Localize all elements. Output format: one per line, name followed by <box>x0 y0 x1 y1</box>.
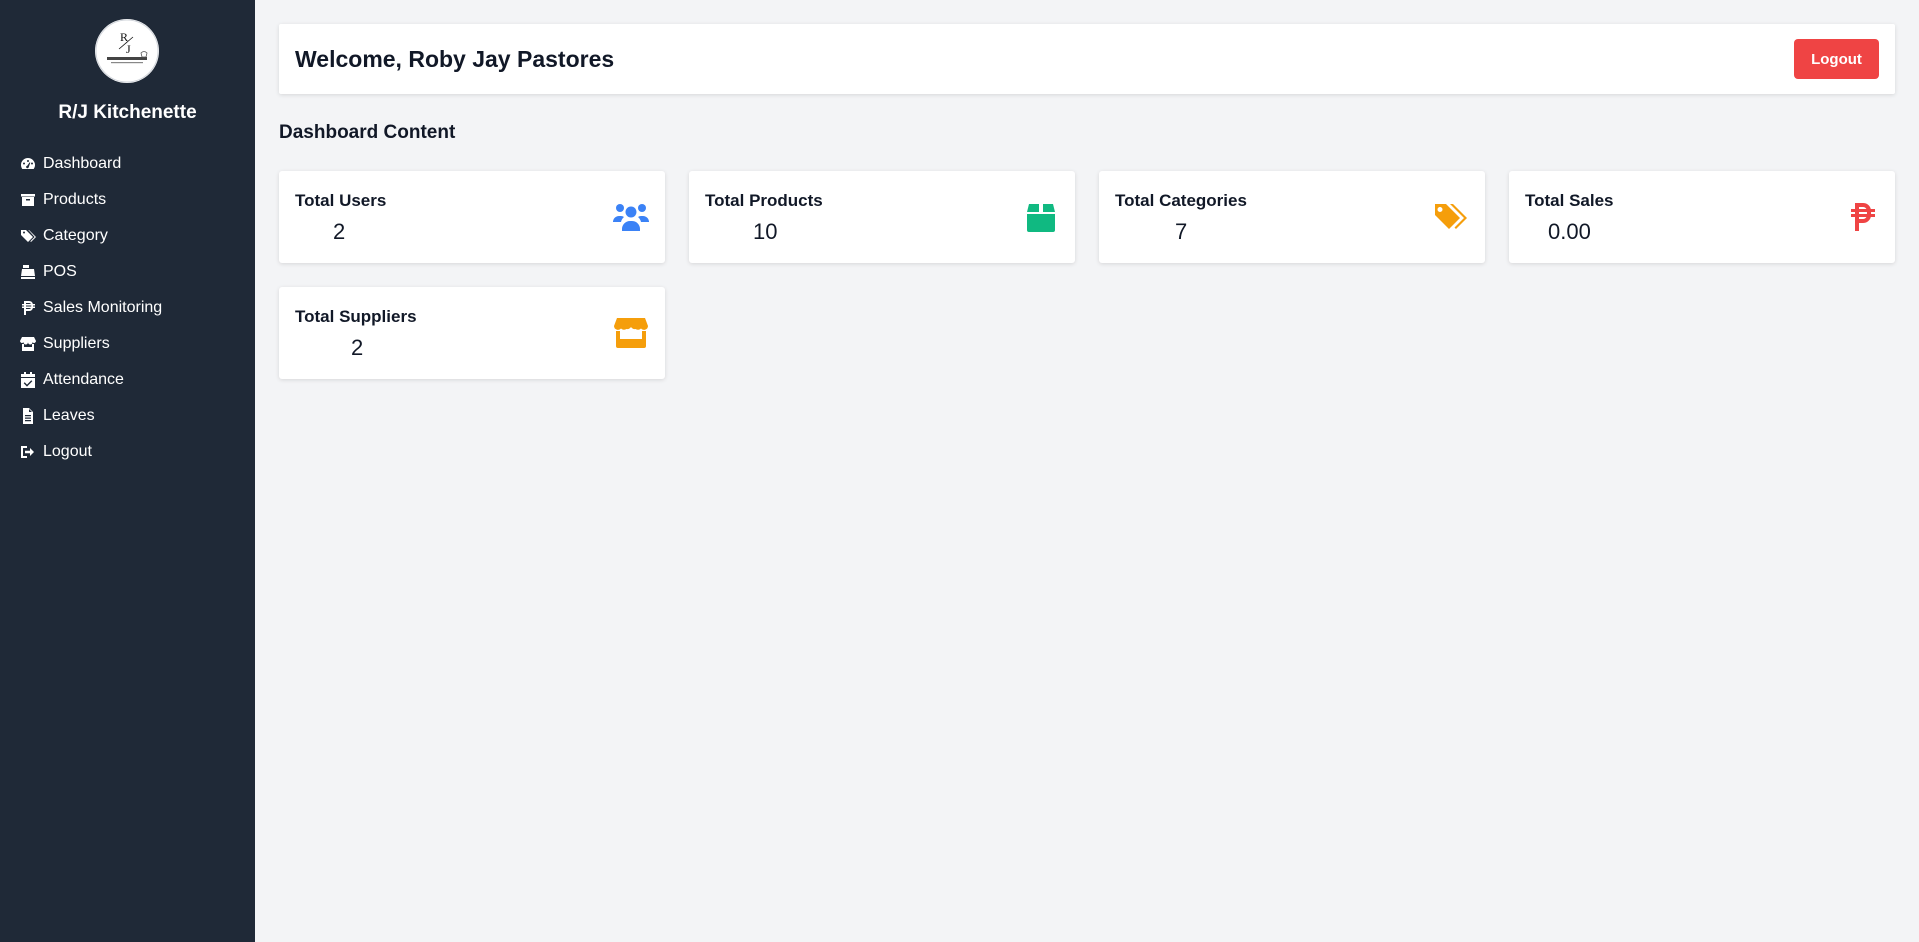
brand-logo: R J <box>95 19 159 83</box>
sidebar-item-label: Attendance <box>43 371 124 388</box>
stat-card-categories: Total Categories 7 <box>1099 171 1485 263</box>
store-icon <box>19 335 37 353</box>
sidebar-item-sales-monitoring[interactable]: Sales Monitoring <box>0 290 255 326</box>
sidebar-item-leaves[interactable]: Leaves <box>0 398 255 434</box>
stat-card-products: Total Products 10 <box>689 171 1075 263</box>
card-value: 2 <box>333 219 346 244</box>
sidebar-item-products[interactable]: Products <box>0 182 255 218</box>
card-value: 0.00 <box>1548 219 1591 244</box>
sidebar-item-label: Category <box>43 227 108 244</box>
cash-register-icon <box>19 263 37 281</box>
sidebar-item-label: Suppliers <box>43 335 110 352</box>
card-label: Total Users <box>295 191 387 210</box>
sidebar: R J R/J Kitchenette Dashboard Products C <box>0 0 255 942</box>
sidebar-item-label: POS <box>43 263 77 280</box>
calendar-check-icon <box>19 371 37 389</box>
tags-icon <box>19 227 37 245</box>
stat-card-suppliers: Total Suppliers 2 <box>279 287 665 379</box>
sidebar-item-label: Leaves <box>43 407 95 424</box>
top-header: Welcome, Roby Jay Pastores Logout <box>279 24 1895 94</box>
sign-out-icon <box>19 443 37 461</box>
users-icon <box>613 201 649 233</box>
welcome-heading: Welcome, Roby Jay Pastores <box>295 46 615 72</box>
sidebar-item-label: Dashboard <box>43 155 122 172</box>
sidebar-item-dashboard[interactable]: Dashboard <box>0 146 255 182</box>
svg-text:J: J <box>126 42 131 56</box>
sidebar-item-logout[interactable]: Logout <box>0 434 255 470</box>
peso-icon <box>1843 201 1879 233</box>
section-title: Dashboard Content <box>279 122 456 143</box>
file-icon <box>19 407 37 425</box>
box-icon <box>19 191 37 209</box>
peso-icon <box>19 299 37 317</box>
stat-card-sales: Total Sales 0.00 <box>1509 171 1895 263</box>
brand-name: R/J Kitchenette <box>58 102 197 123</box>
tags-icon <box>1433 201 1469 233</box>
main-content: Welcome, Roby Jay Pastores Logout Dashbo… <box>255 0 1919 942</box>
sidebar-item-suppliers[interactable]: Suppliers <box>0 326 255 362</box>
card-value: 10 <box>753 219 778 244</box>
card-label: Total Sales <box>1525 191 1614 210</box>
card-label: Total Categories <box>1115 191 1247 210</box>
card-label: Total Suppliers <box>295 307 417 326</box>
sidebar-item-label: Products <box>43 191 107 208</box>
card-value: 2 <box>351 335 364 360</box>
sidebar-item-label: Sales Monitoring <box>43 299 163 316</box>
sidebar-nav: Dashboard Products Category POS Sales Mo… <box>0 146 255 470</box>
box-icon <box>1023 201 1059 233</box>
sidebar-item-pos[interactable]: POS <box>0 254 255 290</box>
stat-card-users: Total Users 2 <box>279 171 665 263</box>
sidebar-item-label: Logout <box>43 443 92 460</box>
card-value: 7 <box>1175 219 1188 244</box>
store-icon <box>613 317 649 349</box>
logout-button[interactable]: Logout <box>1794 39 1879 79</box>
sidebar-item-attendance[interactable]: Attendance <box>0 362 255 398</box>
card-label: Total Products <box>705 191 823 210</box>
gauge-icon <box>19 155 37 173</box>
sidebar-item-category[interactable]: Category <box>0 218 255 254</box>
